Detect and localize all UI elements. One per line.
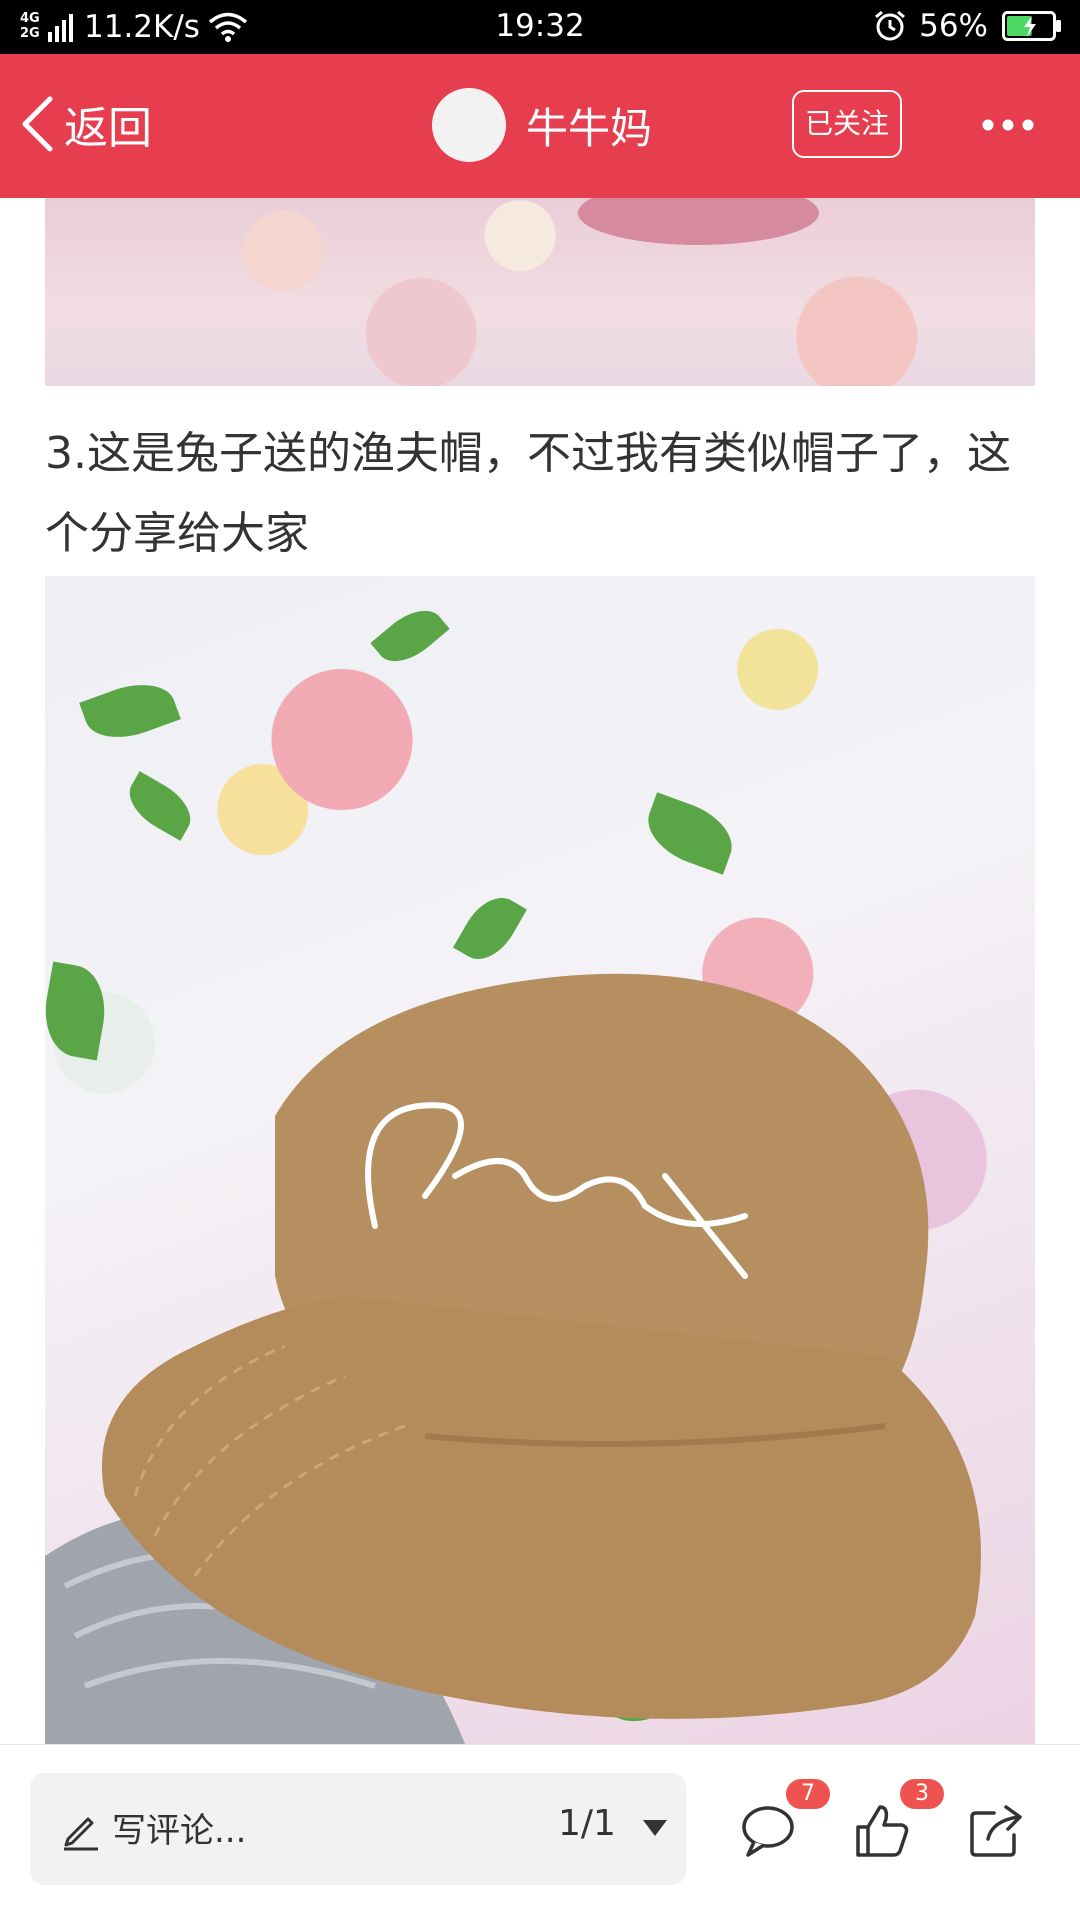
comment-count-badge: 7 xyxy=(786,1779,830,1809)
avatar[interactable] xyxy=(432,88,506,162)
post-image-hat[interactable] xyxy=(45,576,1035,1744)
battery-percent: 56% xyxy=(919,8,988,44)
bucket-hat-graphic xyxy=(45,973,981,1744)
post-image-previous[interactable] xyxy=(45,198,1035,386)
more-options-icon[interactable] xyxy=(980,110,1036,140)
comment-input[interactable]: 写评论... 1/1 xyxy=(30,1773,686,1885)
triangle-down-icon[interactable] xyxy=(642,1819,668,1837)
pencil-icon xyxy=(64,1817,98,1851)
chevron-left-icon xyxy=(22,96,53,152)
author-info[interactable]: 牛牛妈 xyxy=(432,88,652,162)
comment-icon[interactable] xyxy=(740,1803,796,1859)
comment-placeholder: 写评论... xyxy=(112,1811,247,1851)
alarm-icon xyxy=(875,10,906,41)
app-header: 返回 牛牛妈 已关注 xyxy=(0,54,1080,198)
page-indicator: 1/1 xyxy=(558,1803,616,1844)
status-right: 56% xyxy=(873,8,1062,44)
back-button[interactable]: 返回 xyxy=(18,92,152,156)
share-icon[interactable] xyxy=(968,1803,1024,1859)
thumbs-up-icon[interactable] xyxy=(854,1803,910,1859)
like-count-badge: 3 xyxy=(900,1779,944,1809)
battery-charging-icon xyxy=(1002,11,1061,41)
back-label: 返回 xyxy=(64,103,152,154)
bottom-action-bar: 写评论... 1/1 7 3 xyxy=(0,1744,1080,1921)
author-name[interactable]: 牛牛妈 xyxy=(526,95,652,156)
follow-button[interactable]: 已关注 xyxy=(792,90,902,158)
post-content[interactable]: 3.这是兔子送的渔夫帽，不过我有类似帽子了，这个分享给大家 xyxy=(0,198,1080,1744)
status-bar: 4G 2G 11.2K/s 19:32 56% xyxy=(0,0,1080,54)
post-caption: 3.这是兔子送的渔夫帽，不过我有类似帽子了，这个分享给大家 xyxy=(45,428,1011,559)
